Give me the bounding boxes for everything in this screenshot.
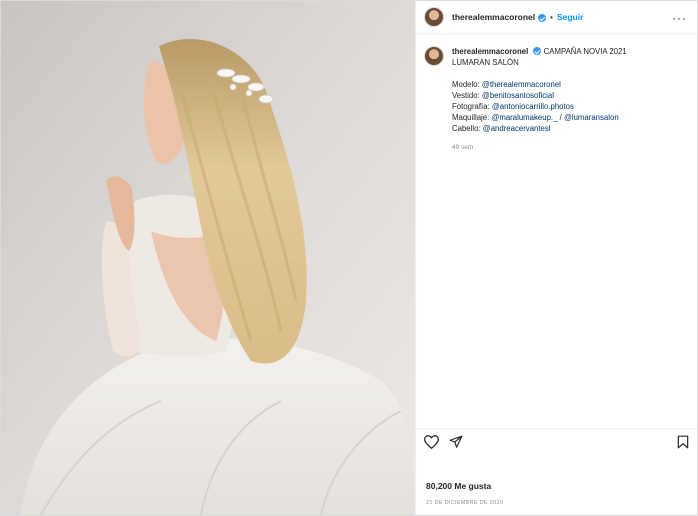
caption-body: therealemmacoronel CAMPAÑA NOVIA 2021 LU… xyxy=(452,46,627,153)
avatar[interactable] xyxy=(424,7,444,27)
credit-line: Cabello: @andreacervantesl xyxy=(452,123,627,134)
more-options-icon[interactable]: ··· xyxy=(672,11,687,25)
caption-avatar[interactable] xyxy=(424,46,444,66)
credit-line: Modelo: @therealemmacoronel xyxy=(452,79,627,90)
mention-link[interactable]: @antoniocarrillo.photos xyxy=(492,102,574,111)
bride-photo-illustration xyxy=(1,1,415,515)
likes-count[interactable]: 80,200 Me gusta xyxy=(426,481,491,491)
credit-line: Maquillaje: @maralumakeup._ / @lumaransa… xyxy=(452,112,627,123)
share-icon[interactable] xyxy=(449,435,463,449)
mention-link[interactable]: @lumaransalon xyxy=(564,113,619,122)
credits-list: Modelo: @therealemmacoronel Vestido: @be… xyxy=(452,79,627,134)
bookmark-icon[interactable] xyxy=(677,435,689,449)
caption-time-ago[interactable]: 49 sem xyxy=(452,142,627,153)
header-username[interactable]: therealemmacoronel xyxy=(452,12,535,22)
caption-block: therealemmacoronel CAMPAÑA NOVIA 2021 LU… xyxy=(416,34,697,153)
verified-badge-icon xyxy=(538,14,547,22)
credit-label: Cabello: xyxy=(452,124,483,133)
mention-link[interactable]: @maralumakeup._ xyxy=(491,113,557,122)
post-header: therealemmacoronel • Seguir ··· xyxy=(416,1,697,34)
verified-badge-icon xyxy=(533,47,542,55)
credit-label: Vestido: xyxy=(452,91,482,100)
separator-dot: • xyxy=(550,12,553,22)
post-date: 21 DE DICIEMBRE DE 2020 xyxy=(426,500,504,506)
mention-link[interactable]: @benitosantosoficial xyxy=(482,91,554,100)
caption-username[interactable]: therealemmacoronel xyxy=(452,47,528,56)
credit-line: Vestido: @benitosantosoficial xyxy=(452,90,627,101)
post-photo[interactable] xyxy=(1,1,415,515)
credit-label: Maquillaje: xyxy=(452,113,492,122)
credit-label: Fotografía: xyxy=(452,102,492,111)
post-side-panel: therealemmacoronel • Seguir ··· thereale… xyxy=(415,1,697,515)
follow-button[interactable]: Seguir xyxy=(557,12,583,22)
mention-link[interactable]: @therealemmacoronel xyxy=(482,80,561,89)
credit-label: Modelo: xyxy=(452,80,482,89)
credit-line: Fotografía: @antoniocarrillo.photos xyxy=(452,101,627,112)
caption-title: CAMPAÑA NOVIA 2021 xyxy=(543,47,627,56)
heart-icon[interactable] xyxy=(424,435,439,449)
instagram-post: therealemmacoronel • Seguir ··· thereale… xyxy=(0,0,698,516)
caption-subtitle: LUMARAN SALÓN xyxy=(452,58,519,67)
action-bar xyxy=(416,428,697,455)
mention-link[interactable]: @andreacervantesl xyxy=(483,124,551,133)
